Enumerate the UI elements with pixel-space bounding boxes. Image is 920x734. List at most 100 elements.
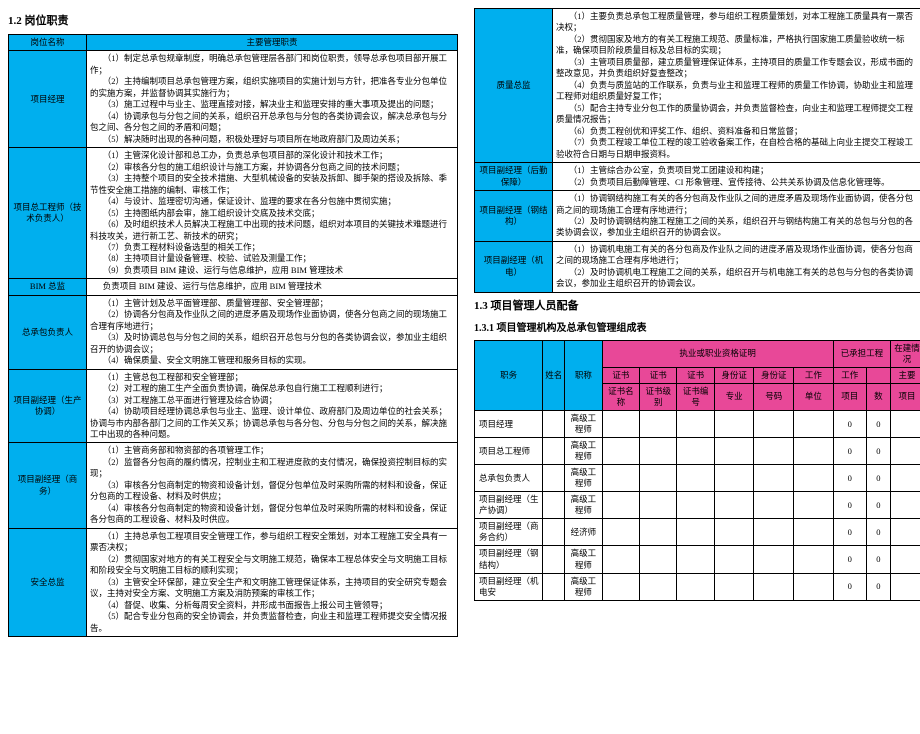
hdr-now: 在建情况 [890, 340, 920, 367]
hdr-cert1: 证书 [602, 367, 639, 383]
staff-cell [677, 519, 714, 546]
staff-cell: 0 [833, 519, 866, 546]
hdr-id1: 身份证 [714, 367, 754, 383]
desc-cell: （1）协调机电施工有关的各分包商及作业队之间的进度矛盾及现场作业面协调，使各分包… [553, 241, 920, 292]
role-cell: 质量总监 [475, 9, 553, 163]
heading-1-3: 1.3 项目管理人员配备 [474, 297, 920, 313]
staff-cell [754, 438, 794, 465]
role-cell: 项目副经理（钢结构） [475, 191, 553, 242]
staff-cell: 0 [866, 438, 890, 465]
staff-cell [602, 546, 639, 573]
desc-cell: （1）主管计划及总平面管理部、质量管理部、安全管理部；（2）协调各分包商及作业队… [87, 295, 458, 369]
hdr-id2: 身份证 [754, 367, 794, 383]
hdr-cert-name: 证书名称 [602, 383, 639, 410]
staff-cell: 项目副经理（生产协调） [475, 492, 543, 519]
heading-1-2: 1.2 岗位职责 [8, 12, 458, 28]
staff-cell [754, 573, 794, 600]
staff-cell [714, 465, 754, 492]
hdr-cert-no: 证书编号 [677, 383, 714, 410]
staff-cell [890, 438, 920, 465]
hdr-main2: 项目 [890, 383, 920, 410]
staff-cell [714, 492, 754, 519]
desc-cell: （1）制定总承包规章制度，明确总承包管理层各部门和岗位职责，领导总承包项目部开展… [87, 51, 458, 148]
staff-cell [543, 573, 565, 600]
staff-cell [794, 519, 834, 546]
staff-table: 职务 姓名 职称 执业或职业资格证明 已承担工程 在建情况 证书 证书 证书 身… [474, 340, 920, 601]
staff-cell [640, 465, 677, 492]
hdr-role: 职务 [475, 340, 543, 410]
hdr-qual: 执业或职业资格证明 [602, 340, 833, 367]
hdr-proj2: 项目 [833, 383, 866, 410]
staff-cell: 项目副经理（机电安 [475, 573, 543, 600]
staff-cell [543, 546, 565, 573]
staff-cell [890, 411, 920, 438]
staff-cell: 高级工程师 [565, 438, 602, 465]
heading-1-3-1: 1.3.1 项目管理机构及总承包管理组成表 [474, 319, 920, 334]
staff-cell [602, 465, 639, 492]
staff-cell: 0 [833, 546, 866, 573]
desc-cell: （1）主管商务部和物资部的各项管理工作；（2）监督各分包商的履约情况，控制业主和… [87, 443, 458, 528]
staff-cell: 0 [866, 573, 890, 600]
staff-cell: 0 [833, 411, 866, 438]
staff-cell: 高级工程师 [565, 546, 602, 573]
desc-cell: （1）协调钢结构施工有关的各分包商及作业队之间的进度矛盾及现场作业面协调，使各分… [553, 191, 920, 242]
staff-cell: 项目副经理（钢结构） [475, 546, 543, 573]
staff-cell [677, 438, 714, 465]
staff-cell: 高级工程师 [565, 492, 602, 519]
hdr-unit: 单位 [794, 383, 834, 410]
staff-cell [543, 492, 565, 519]
desc-cell: 负责项目 BIM 建设、运行与信息维护，应用 BIM 管理技术 [87, 279, 458, 295]
staff-cell [890, 546, 920, 573]
staff-cell [677, 411, 714, 438]
role-cell: 总承包负责人 [9, 295, 87, 369]
desc-cell: （1）主管总包工程部和安全管理部；（2）对工程的施工生产全面负责协调，确保总承包… [87, 369, 458, 443]
staff-cell [543, 465, 565, 492]
staff-cell [677, 465, 714, 492]
staff-cell: 高级工程师 [565, 573, 602, 600]
role-cell: 项目副经理（商务） [9, 443, 87, 528]
role-cell: BIM 总监 [9, 279, 87, 295]
hdr-id-major: 专业 [714, 383, 754, 410]
staff-cell: 经济师 [565, 519, 602, 546]
staff-cell: 0 [866, 519, 890, 546]
staff-cell [602, 438, 639, 465]
staff-cell [714, 519, 754, 546]
staff-cell [890, 465, 920, 492]
staff-cell: 0 [866, 465, 890, 492]
staff-cell: 0 [866, 411, 890, 438]
col-role: 岗位名称 [9, 35, 87, 51]
hdr-name: 姓名 [543, 340, 565, 410]
duties-table-right: 质量总监（1）主要负责总承包工程质量管理，参与组织工程质量策划，对本工程施工质量… [474, 8, 920, 293]
desc-cell: （1）主管综合办公室，负责项目党工团建设和构建；（2）负责项目后勤障管理、CI … [553, 163, 920, 191]
staff-cell [677, 546, 714, 573]
hdr-cert2: 证书 [640, 367, 677, 383]
staff-cell [794, 438, 834, 465]
hdr-cert-lvl: 证书级别 [640, 383, 677, 410]
hdr-count [866, 367, 890, 383]
staff-cell [794, 465, 834, 492]
hdr-title: 职称 [565, 340, 602, 410]
staff-cell: 高级工程师 [565, 465, 602, 492]
staff-cell [890, 573, 920, 600]
role-cell: 项目经理 [9, 51, 87, 148]
col-desc: 主要管理职责 [87, 35, 458, 51]
staff-cell [543, 438, 565, 465]
hdr-count2: 数 [866, 383, 890, 410]
staff-cell [754, 411, 794, 438]
staff-cell [543, 519, 565, 546]
hdr-main: 主要 [890, 367, 920, 383]
staff-cell [714, 411, 754, 438]
staff-cell: 总承包负责人 [475, 465, 543, 492]
staff-cell [794, 411, 834, 438]
staff-cell [640, 519, 677, 546]
staff-cell [754, 546, 794, 573]
role-cell: 安全总监 [9, 528, 87, 636]
desc-cell: （1）主管深化设计部和总工办，负责总承包项目部的深化设计和技术工作；（2）审核各… [87, 148, 458, 279]
staff-cell [640, 573, 677, 600]
staff-cell [543, 411, 565, 438]
role-cell: 项目副经理（机电） [475, 241, 553, 292]
staff-cell: 0 [866, 492, 890, 519]
role-cell: 项目副经理（后勤保障） [475, 163, 553, 191]
staff-cell [794, 492, 834, 519]
staff-cell [640, 546, 677, 573]
